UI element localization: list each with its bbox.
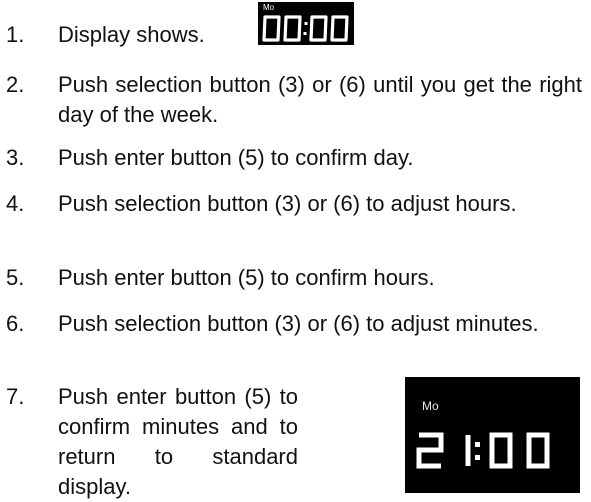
step-text: Push enter button (5) to confirm day. <box>58 145 414 170</box>
digit-0 <box>330 15 349 42</box>
display-colon <box>475 442 480 460</box>
step-text: Push selection button (3) or (6) to adju… <box>58 191 517 216</box>
step-text: Push enter button (5) to confirm hours. <box>58 265 435 290</box>
step-number: 4. <box>6 191 25 216</box>
lcd-display-small: Mo <box>258 2 354 45</box>
step-text: Push enter button (5) to confirm minutes… <box>58 384 298 499</box>
step-text: Push selection button (3) or (6) to adju… <box>58 311 539 336</box>
digit-2 <box>416 432 444 469</box>
step-text: Push selection button (3) or (6) until y… <box>58 72 582 127</box>
digit-0 <box>262 15 281 42</box>
step-number: 2. <box>6 72 25 97</box>
step-number: 1. <box>6 22 25 47</box>
digit-0 <box>526 432 550 469</box>
step-number: 3. <box>6 145 25 170</box>
digit-0 <box>283 15 302 42</box>
step-number: 5. <box>6 265 25 290</box>
digit-0 <box>489 432 513 469</box>
display-time-digits <box>416 432 550 469</box>
step-number: 6. <box>6 311 25 336</box>
lcd-display-large: Mo <box>405 377 580 493</box>
display-colon <box>303 22 308 35</box>
step-number: 7. <box>6 384 25 409</box>
display-time-digits <box>262 15 349 42</box>
digit-0 <box>309 15 328 42</box>
